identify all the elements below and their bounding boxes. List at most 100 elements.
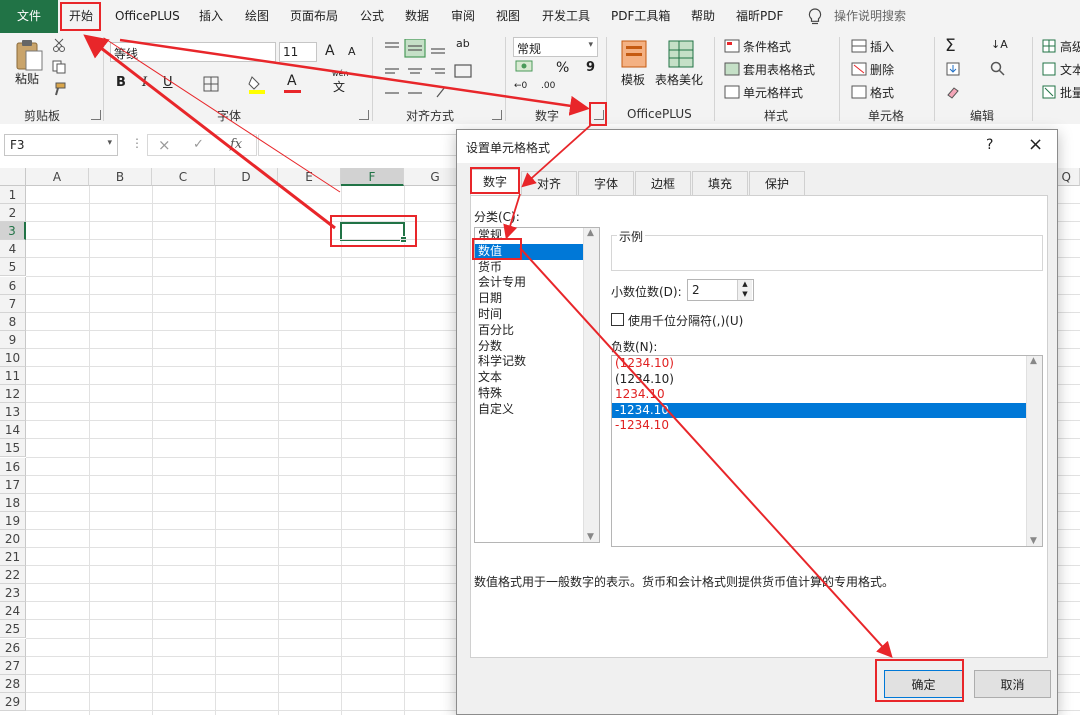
row-header[interactable]: 19 — [0, 511, 26, 530]
row-header[interactable]: 26 — [0, 638, 26, 657]
currency-icon[interactable] — [515, 59, 535, 75]
percent-button[interactable]: % — [556, 60, 569, 76]
col-header-d[interactable]: D — [215, 168, 278, 186]
row-header[interactable]: 9 — [0, 330, 26, 349]
scroll-up-icon[interactable]: ▲ — [1030, 356, 1037, 366]
row-header[interactable]: 5 — [0, 258, 26, 277]
category-item[interactable]: 自定义 — [475, 402, 599, 418]
text-tool-button[interactable]: 文本 — [1060, 61, 1080, 78]
category-item[interactable]: 会计专用 — [475, 275, 599, 291]
border-icon[interactable] — [203, 76, 219, 92]
negative-numbers-list[interactable]: (1234.10) (1234.10) 1234.10 -1234.10 -12… — [611, 355, 1043, 547]
confirm-entry-icon[interactable]: ✓ — [193, 137, 204, 152]
tab-insert[interactable]: 插入 — [199, 0, 223, 33]
col-header-c[interactable]: C — [152, 168, 215, 186]
name-box[interactable]: F3 ▾ — [4, 134, 118, 156]
row-header[interactable]: 22 — [0, 566, 26, 585]
advanced-button[interactable]: 高级 — [1060, 38, 1080, 55]
increase-font-button[interactable]: A — [325, 43, 335, 59]
tab-alignment[interactable]: 对齐 — [521, 171, 577, 195]
category-list[interactable]: 常规 数值 货币 会计专用 日期 时间 百分比 分数 科学记数 文本 特殊 自定… — [474, 227, 600, 543]
font-name-box[interactable]: 等线 — [110, 42, 276, 62]
tab-page-layout[interactable]: 页面布局 — [290, 0, 338, 33]
category-item[interactable]: 货币 — [475, 260, 599, 276]
batch-button[interactable]: 批量 — [1060, 84, 1080, 101]
bold-button[interactable]: B — [116, 75, 126, 90]
decrease-font-button[interactable]: A — [348, 45, 356, 58]
clipboard-launcher-icon[interactable] — [91, 110, 101, 120]
align-launcher-icon[interactable] — [492, 110, 502, 120]
tell-me-search[interactable]: 操作说明搜索 — [834, 0, 906, 33]
category-item[interactable]: 百分比 — [475, 323, 599, 339]
insert-cells-button[interactable]: 插入 — [870, 38, 894, 55]
row-header[interactable]: 10 — [0, 348, 26, 367]
row-header[interactable]: 28 — [0, 674, 26, 693]
format-as-table-button[interactable]: 套用表格格式 — [743, 61, 815, 78]
underline-button[interactable]: U — [163, 75, 173, 90]
row-header[interactable]: 29 — [0, 692, 26, 711]
cancel-button[interactable]: 取消 — [974, 670, 1051, 698]
row-header[interactable]: 6 — [0, 276, 26, 295]
paste-label[interactable]: 粘贴 — [15, 70, 39, 87]
font-color-button[interactable]: A — [287, 73, 297, 89]
row-header[interactable]: 11 — [0, 367, 26, 386]
select-all-corner[interactable] — [0, 168, 26, 186]
negative-format-item[interactable]: (1234.10) — [612, 356, 1042, 372]
help-button[interactable]: ? — [986, 137, 993, 153]
category-item[interactable]: 科学记数 — [475, 354, 599, 370]
table-beautify-label[interactable]: 表格美化 — [655, 71, 703, 88]
tab-draw[interactable]: 绘图 — [245, 0, 269, 33]
row-header[interactable]: 14 — [0, 421, 26, 440]
insert-function-icon[interactable]: fx — [230, 137, 242, 152]
negative-format-item[interactable]: (1234.10) — [612, 372, 1042, 388]
tab-foxit-pdf[interactable]: 福昕PDF — [736, 0, 783, 33]
row-header[interactable]: 2 — [0, 204, 26, 223]
spin-up-icon[interactable]: ▲ — [737, 280, 752, 290]
format-cells-button[interactable]: 格式 — [870, 84, 894, 101]
scroll-up-icon[interactable]: ▲ — [587, 228, 594, 238]
col-header-e[interactable]: E — [278, 168, 341, 186]
cut-icon[interactable] — [52, 38, 66, 52]
delete-cells-button[interactable]: 删除 — [870, 61, 894, 78]
template-icon[interactable] — [620, 39, 648, 69]
row-header[interactable]: 20 — [0, 529, 26, 548]
fill-color-icon[interactable] — [248, 74, 266, 94]
tab-file[interactable]: 文件 — [0, 0, 58, 33]
row-header[interactable]: 13 — [0, 403, 26, 422]
italic-button[interactable]: I — [142, 75, 147, 90]
category-item[interactable]: 文本 — [475, 370, 599, 386]
cancel-entry-icon[interactable]: × — [158, 136, 171, 154]
category-scrollbar[interactable]: ▲ ▼ — [583, 228, 599, 542]
formula-input[interactable] — [258, 134, 458, 156]
find-icon[interactable] — [990, 61, 1006, 77]
row-header[interactable]: 12 — [0, 385, 26, 404]
tab-review[interactable]: 审阅 — [451, 0, 475, 33]
tab-font[interactable]: 字体 — [578, 171, 634, 195]
negative-scrollbar[interactable]: ▲ ▼ — [1026, 356, 1042, 546]
row-header[interactable]: 17 — [0, 475, 26, 494]
tab-officeplus[interactable]: OfficePLUS — [115, 0, 180, 33]
negative-format-item[interactable]: -1234.10 — [612, 418, 1042, 434]
row-header[interactable]: 1 — [0, 186, 26, 205]
increase-decimal-button[interactable]: .00 — [541, 81, 555, 91]
tab-help[interactable]: 帮助 — [691, 0, 715, 33]
tab-border[interactable]: 边框 — [635, 171, 691, 195]
row-header[interactable]: 7 — [0, 294, 26, 313]
tab-protection[interactable]: 保护 — [749, 171, 805, 195]
close-button[interactable]: × — [1028, 134, 1043, 155]
tab-data[interactable]: 数据 — [405, 0, 429, 33]
copy-icon[interactable] — [52, 60, 66, 74]
wrap-text-button[interactable]: ab — [456, 37, 470, 50]
font-size-box[interactable]: 11 — [279, 42, 317, 62]
row-header[interactable]: 3 — [0, 222, 26, 241]
tab-developer[interactable]: 开发工具 — [542, 0, 590, 33]
tab-view[interactable]: 视图 — [496, 0, 520, 33]
conditional-format-button[interactable]: 条件格式 — [743, 38, 791, 55]
row-header[interactable]: 16 — [0, 457, 26, 476]
cell-styles-button[interactable]: 单元格样式 — [743, 84, 803, 101]
row-header[interactable]: 23 — [0, 584, 26, 603]
tab-fill[interactable]: 填充 — [692, 171, 748, 195]
sort-filter-icon[interactable]: ↓A — [991, 38, 1008, 51]
decimal-places-spinner[interactable]: 2 ▲ ▼ — [687, 279, 754, 301]
thousands-separator-checkbox[interactable] — [611, 313, 624, 326]
